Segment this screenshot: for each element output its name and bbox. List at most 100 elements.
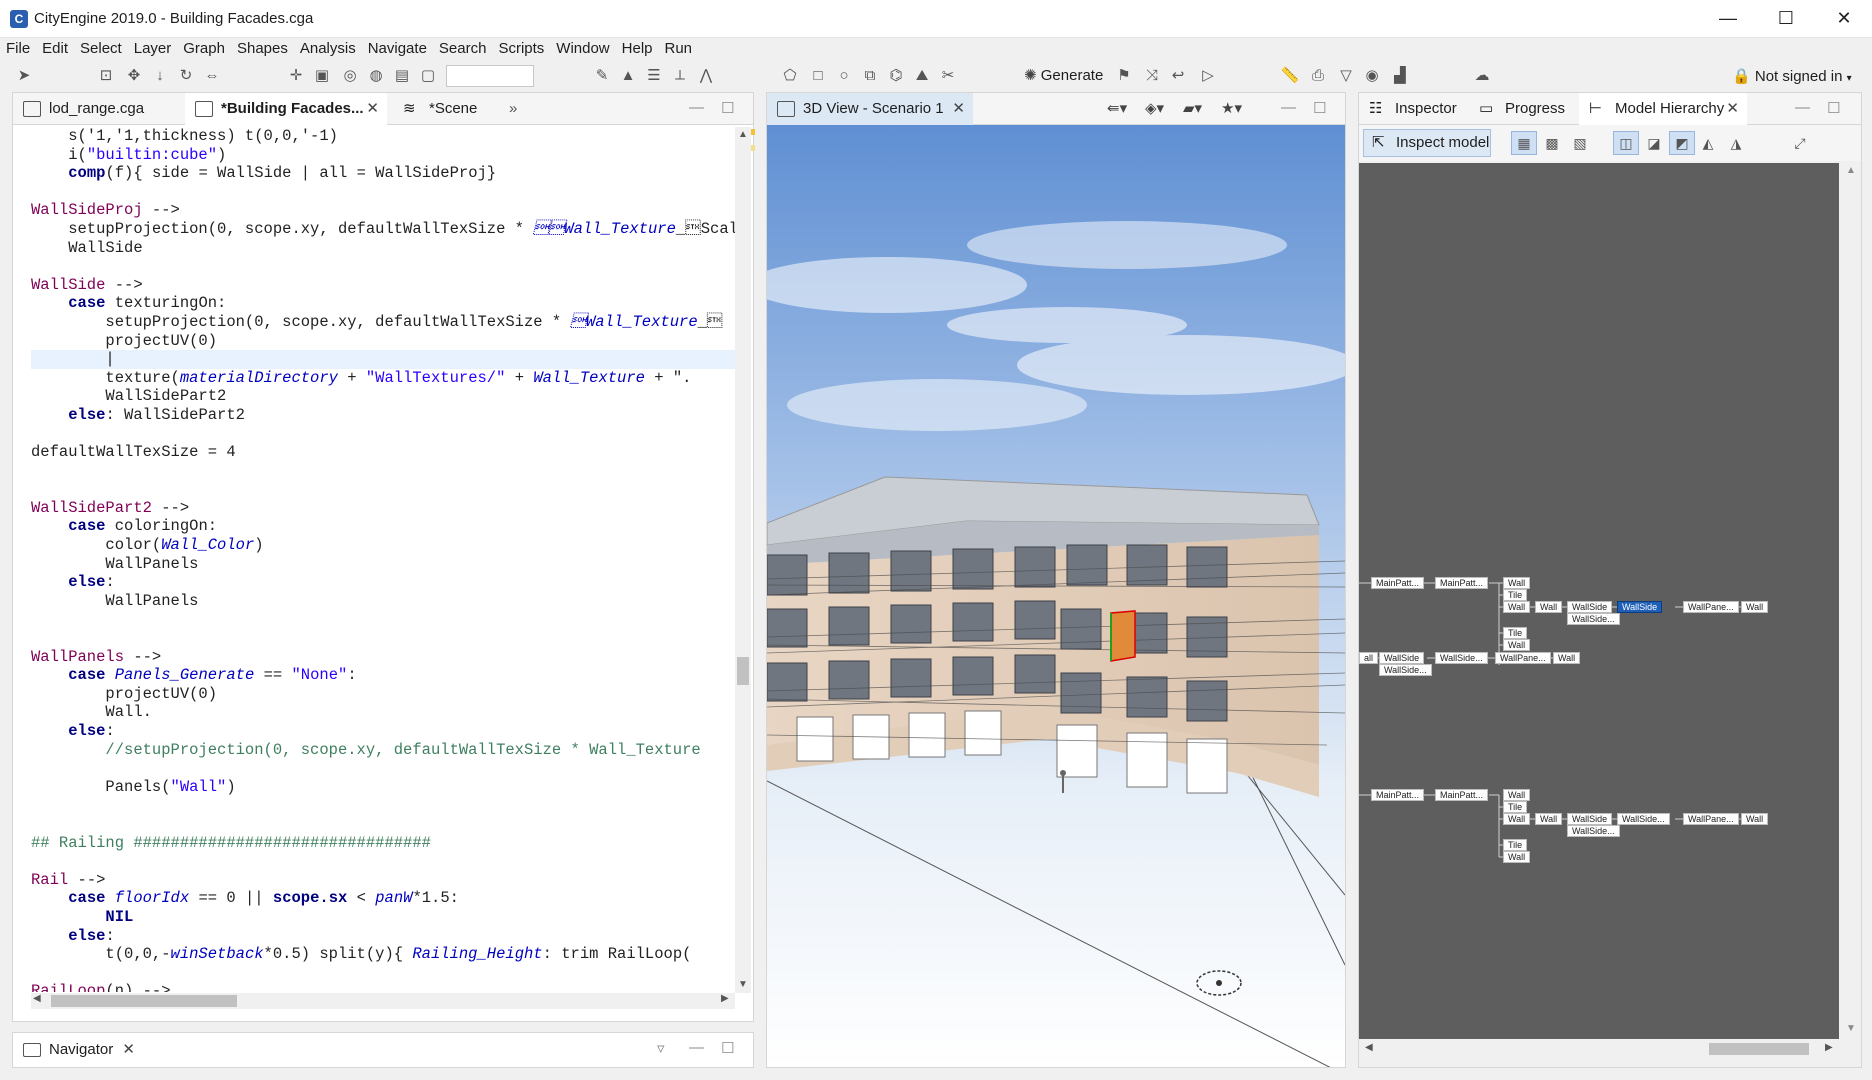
- camera-bookmarks-icon[interactable]: ⇚▾: [1107, 99, 1127, 117]
- hierarchy-node[interactable]: Tile: [1503, 589, 1528, 601]
- close-tab-icon[interactable]: ✕: [952, 93, 965, 125]
- menu-layer[interactable]: Layer: [128, 38, 178, 57]
- hierarchy-node[interactable]: Wall: [1741, 813, 1769, 825]
- maximize-panel-icon[interactable]: ☐: [1827, 99, 1840, 117]
- menu-scripts[interactable]: Scripts: [492, 38, 550, 57]
- menu-window[interactable]: Window: [550, 38, 615, 57]
- view-geometry-icon[interactable]: ◮: [1723, 131, 1749, 155]
- hierarchy-node[interactable]: WallPane...: [1495, 652, 1551, 664]
- hierarchy-node[interactable]: WallSide...: [1617, 813, 1670, 825]
- frame-icon[interactable]: ⊡: [96, 66, 116, 86]
- tab-overflow-button[interactable]: »: [509, 93, 539, 125]
- minimize-panel-icon[interactable]: —: [689, 1039, 704, 1056]
- hierarchy-node[interactable]: Wall: [1535, 813, 1563, 825]
- hierarchy-node[interactable]: Tile: [1503, 839, 1528, 851]
- code-line[interactable]: i("builtin:cube"): [31, 146, 735, 165]
- close-tab-icon[interactable]: ✕: [1726, 93, 1739, 125]
- tab-progress[interactable]: ▭ Progress: [1469, 93, 1577, 125]
- hierarchy-node-selected[interactable]: WallSide: [1617, 601, 1663, 613]
- code-line[interactable]: WallPanels -->: [31, 648, 735, 667]
- code-line[interactable]: [31, 796, 735, 815]
- hierarchy-graph[interactable]: MainPatt... MainPatt... Wall Tile Wall W…: [1359, 163, 1839, 1039]
- code-line[interactable]: [31, 964, 735, 983]
- street-tool-icon[interactable]: ⟂: [670, 66, 690, 86]
- minimize-panel-icon[interactable]: —: [689, 99, 704, 116]
- minimize-panel-icon[interactable]: —: [1795, 99, 1810, 116]
- menu-run[interactable]: Run: [659, 38, 699, 57]
- rotate-icon[interactable]: ↻: [176, 66, 196, 86]
- ruler-icon[interactable]: 📏: [1280, 66, 1300, 86]
- draw-street-icon[interactable]: ✎: [592, 66, 612, 86]
- scene-render[interactable]: [767, 125, 1345, 1067]
- view-settings-icon[interactable]: ◈▾: [1145, 99, 1164, 117]
- terrain-icon[interactable]: ⛰: [912, 66, 932, 86]
- hierarchy-node[interactable]: WallSide: [1567, 601, 1613, 613]
- hierarchy-node[interactable]: Wall: [1741, 601, 1769, 613]
- maximize-button[interactable]: ☐: [1758, 0, 1814, 38]
- layer-tool-icon[interactable]: ▣: [312, 66, 332, 86]
- code-line[interactable]: comp(f){ side = WallSide | all = WallSid…: [31, 164, 735, 183]
- hierarchy-node[interactable]: WallSide...: [1567, 825, 1620, 837]
- close-tab-icon[interactable]: ✕: [122, 1033, 135, 1067]
- align-icon[interactable]: ◎: [340, 66, 360, 86]
- close-button[interactable]: ✕: [1816, 0, 1872, 38]
- tab-scene[interactable]: ≋ *Scene: [393, 93, 503, 125]
- dashboard-icon[interactable]: ▟: [1390, 66, 1410, 86]
- code-line[interactable]: |: [31, 350, 735, 369]
- cloud-icon[interactable]: ☁: [1472, 66, 1492, 86]
- code-line[interactable]: [31, 610, 735, 629]
- code-line[interactable]: setupProjection(0, scope.xy, defaultWall…: [31, 220, 735, 239]
- hierarchy-node[interactable]: Wall: [1503, 789, 1531, 801]
- show-leaf-icon[interactable]: ▩: [1539, 131, 1565, 155]
- hierarchy-node[interactable]: MainPatt...: [1435, 577, 1489, 589]
- editor-vertical-scrollbar[interactable]: ▲ ▼: [735, 127, 751, 993]
- hierarchy-node[interactable]: Tile: [1503, 801, 1528, 813]
- hierarchy-node[interactable]: Wall: [1503, 813, 1531, 825]
- hierarchy-node[interactable]: WallSide: [1567, 813, 1613, 825]
- code-line[interactable]: //setupProjection(0, scope.xy, defaultWa…: [31, 741, 735, 760]
- maximize-panel-icon[interactable]: ☐: [721, 1039, 734, 1057]
- hierarchy-horizontal-scrollbar[interactable]: ◀ ▶: [1359, 1039, 1841, 1059]
- hierarchy-node[interactable]: Wall: [1503, 851, 1531, 863]
- hierarchy-vertical-scrollbar[interactable]: ▲ ▼: [1841, 163, 1861, 1039]
- shape-edit-icon[interactable]: ✂: [938, 66, 958, 86]
- menu-help[interactable]: Help: [616, 38, 659, 57]
- code-line[interactable]: [31, 480, 735, 499]
- code-line[interactable]: WallPanels: [31, 592, 735, 611]
- code-line[interactable]: WallSidePart2 -->: [31, 499, 735, 518]
- fit-view-icon[interactable]: ⤢: [1787, 131, 1813, 155]
- code-line[interactable]: t(0,0,-winSetback*0.5) split(y){ Railing…: [31, 945, 735, 964]
- code-line[interactable]: [31, 852, 735, 871]
- hierarchy-node[interactable]: Wall: [1503, 577, 1531, 589]
- hierarchy-node[interactable]: WallSide: [1379, 652, 1425, 664]
- drop-icon[interactable]: ↓: [150, 66, 170, 86]
- code-line[interactable]: Panels("Wall"): [31, 778, 735, 797]
- code-line[interactable]: case texturingOn:: [31, 294, 735, 313]
- hierarchy-node[interactable]: WallSide...: [1435, 652, 1488, 664]
- cleanup-models-icon[interactable]: ⚑: [1114, 66, 1134, 86]
- polygon-icon[interactable]: ⬠: [780, 66, 800, 86]
- tab-inspector[interactable]: ☷ Inspector: [1359, 93, 1467, 125]
- filter-icon[interactable]: ▽: [1336, 66, 1356, 86]
- code-line[interactable]: projectUV(0): [31, 332, 735, 351]
- code-line[interactable]: case Panels_Generate == "None":: [31, 666, 735, 685]
- code-line[interactable]: case coloringOn:: [31, 517, 735, 536]
- tab-3d-view[interactable]: 3D View - Scenario 1 ✕: [767, 93, 973, 125]
- code-line[interactable]: s('1,'1,thickness) t(0,0,'-1): [31, 127, 735, 146]
- undo-generate-icon[interactable]: ↩: [1168, 66, 1188, 86]
- print-icon[interactable]: ⎙: [1308, 66, 1328, 86]
- scroll-thumb[interactable]: [1709, 1043, 1809, 1055]
- code-line[interactable]: texture(materialDirectory + "WallTexture…: [31, 369, 735, 388]
- code-editor[interactable]: s('1,'1,thickness) t(0,0,'-1) i("builtin…: [31, 127, 735, 992]
- view-trim-icon[interactable]: ◭: [1695, 131, 1721, 155]
- code-line[interactable]: Rail -->: [31, 871, 735, 890]
- hierarchy-node[interactable]: Wall: [1535, 601, 1563, 613]
- menu-file[interactable]: File: [0, 38, 36, 57]
- inspect-model-button[interactable]: ⇱ Inspect model: [1363, 129, 1491, 157]
- hierarchy-node[interactable]: MainPatt...: [1435, 789, 1489, 801]
- code-line[interactable]: color(Wall_Color): [31, 536, 735, 555]
- rect-tool-icon[interactable]: ☰: [644, 66, 664, 86]
- random-seed-icon[interactable]: ⤨: [1142, 66, 1162, 86]
- hierarchy-node[interactable]: WallSide...: [1567, 613, 1620, 625]
- view-shape-icon[interactable]: ◫: [1613, 131, 1639, 155]
